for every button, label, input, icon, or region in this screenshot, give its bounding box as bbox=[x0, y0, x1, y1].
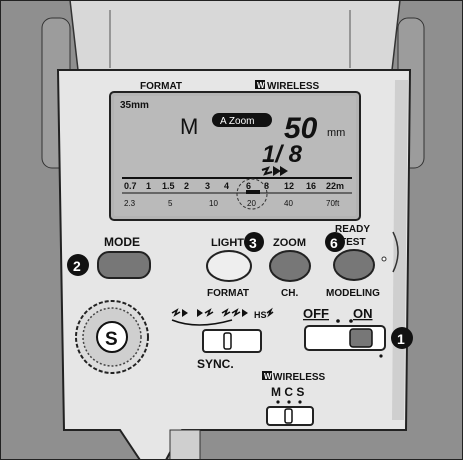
flash-unit-photo: FORMAT W WIRELESS 35mm M A Zoom 50 mm 1/… bbox=[0, 0, 463, 460]
